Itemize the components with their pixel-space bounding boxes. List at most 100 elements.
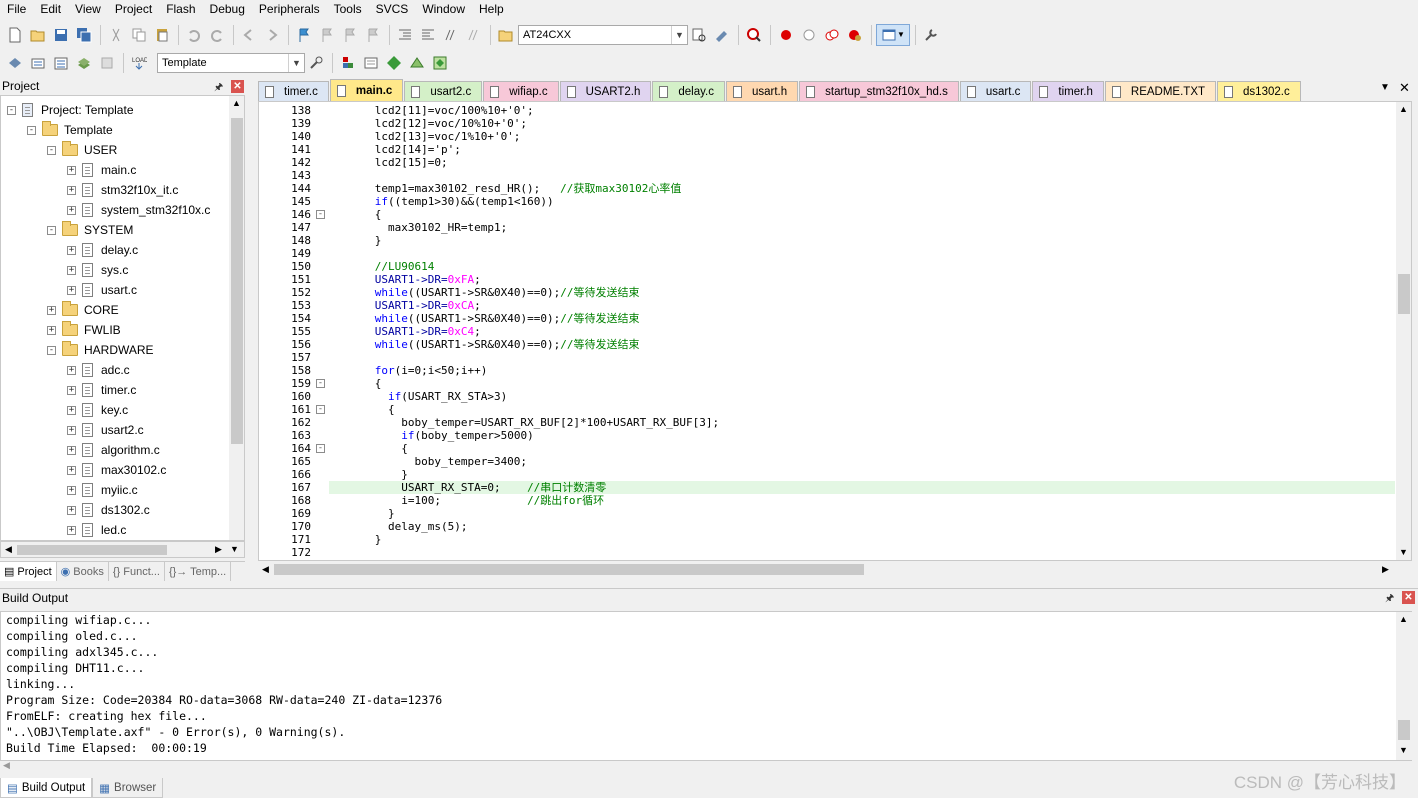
tab-project[interactable]: ▤ Project xyxy=(0,562,57,581)
build-vscrollbar[interactable]: ▲ ▼ xyxy=(1396,612,1412,760)
expand-icon[interactable]: + xyxy=(67,165,76,175)
scroll-left-icon[interactable]: ◀ xyxy=(3,760,10,771)
menu-peripherals[interactable]: Peripherals xyxy=(252,0,327,19)
expand-icon[interactable]: + xyxy=(67,485,76,495)
collapse-icon[interactable]: - xyxy=(47,225,56,235)
menu-file[interactable]: File xyxy=(0,0,33,19)
scroll-down-icon[interactable]: ▼ xyxy=(1399,547,1408,557)
scroll-right-icon[interactable]: ▶ xyxy=(215,544,222,555)
expand-icon[interactable]: + xyxy=(67,385,76,395)
scroll-thumb[interactable] xyxy=(17,545,167,555)
build-output-panel[interactable]: compiling wifiap.c... compiling oled.c...… xyxy=(0,611,1412,770)
tree-item-file[interactable]: + delay.c xyxy=(67,240,138,260)
tree-item-file[interactable]: + key.c xyxy=(67,400,128,420)
fold-collapse-icon[interactable]: - xyxy=(316,210,325,219)
editor-tab[interactable]: timer.c xyxy=(258,81,329,101)
bookmark-prev-icon[interactable] xyxy=(316,24,338,46)
uncomment-icon[interactable] xyxy=(463,24,485,46)
file-extensions-icon[interactable] xyxy=(337,52,359,74)
tree-item-file[interactable]: + main.c xyxy=(67,160,136,180)
translate-icon[interactable] xyxy=(4,52,26,74)
code-editor[interactable]: 138 lcd2[11]=voc/100%10+'0'; 139 lcd2[12]… xyxy=(258,101,1412,561)
cut-icon[interactable] xyxy=(105,24,127,46)
nav-back-icon[interactable] xyxy=(238,24,260,46)
expand-icon[interactable]: + xyxy=(67,365,76,375)
tab-templates[interactable]: {}→ Temp... xyxy=(165,562,232,581)
editor-tab[interactable]: main.c xyxy=(329,79,404,101)
find-in-files-icon[interactable] xyxy=(495,24,517,46)
project-hscrollbar[interactable]: ◀ ▶ ▼ xyxy=(0,541,245,558)
scroll-left-icon[interactable]: ◀ xyxy=(262,564,269,575)
bookmark-clear-icon[interactable] xyxy=(362,24,384,46)
editor-hscrollbar[interactable]: ◀ ▶ xyxy=(258,561,1395,578)
expand-icon[interactable]: + xyxy=(67,405,76,415)
menu-debug[interactable]: Debug xyxy=(203,0,252,19)
expand-icon[interactable]: + xyxy=(67,285,76,295)
tab-browser[interactable]: ▦ Browser xyxy=(92,778,164,798)
save-all-icon[interactable] xyxy=(73,24,95,46)
close-icon[interactable]: ✕ xyxy=(1399,80,1410,96)
scroll-right-icon[interactable]: ▶ xyxy=(1382,564,1389,575)
copy-icon[interactable] xyxy=(128,24,150,46)
editor-tab[interactable]: usart.c xyxy=(959,81,1032,101)
editor-tab[interactable]: usart.h xyxy=(725,81,799,101)
expand-icon[interactable]: + xyxy=(67,445,76,455)
scroll-thumb[interactable] xyxy=(231,118,243,444)
project-vscrollbar[interactable]: ▲ xyxy=(229,96,244,540)
tree-item-file[interactable]: + ds1302.c xyxy=(67,500,150,520)
scroll-up-icon[interactable]: ▲ xyxy=(1399,104,1408,114)
bookmark-icon[interactable] xyxy=(293,24,315,46)
tab-functions[interactable]: {} Funct... xyxy=(109,562,165,581)
tree-item-file[interactable]: + algorithm.c xyxy=(67,440,160,460)
save-icon[interactable] xyxy=(50,24,72,46)
tree-item-folder[interactable]: + CORE xyxy=(47,300,119,320)
paste-icon[interactable] xyxy=(151,24,173,46)
configure-icon[interactable] xyxy=(920,24,942,46)
expand-icon[interactable]: + xyxy=(67,185,76,195)
expand-icon[interactable]: + xyxy=(67,265,76,275)
bookmark-next-icon[interactable] xyxy=(339,24,361,46)
select-packs-icon[interactable] xyxy=(383,52,405,74)
run-time-env-icon[interactable] xyxy=(429,52,451,74)
breakpoint-disable-icon[interactable] xyxy=(798,24,820,46)
tree-item-file[interactable]: + usart2.c xyxy=(67,420,144,440)
find-icon[interactable] xyxy=(688,24,710,46)
tree-item-file[interactable]: + max30102.c xyxy=(67,460,166,480)
tab-list-icon[interactable]: ▼ xyxy=(1380,82,1390,93)
menu-tools[interactable]: Tools xyxy=(327,0,369,19)
editor-tab[interactable]: delay.c xyxy=(652,81,725,101)
fold-collapse-icon[interactable]: - xyxy=(316,379,325,388)
build-icon[interactable] xyxy=(27,52,49,74)
editor-tab[interactable]: timer.h xyxy=(1032,81,1104,101)
tab-books[interactable]: ◉ Books xyxy=(57,562,109,581)
breakpoint-icon[interactable] xyxy=(775,24,797,46)
stop-build-icon[interactable] xyxy=(96,52,118,74)
tree-item-target[interactable]: - Template xyxy=(27,120,113,140)
scroll-thumb[interactable] xyxy=(274,564,864,575)
collapse-icon[interactable]: - xyxy=(7,105,16,115)
indent-icon[interactable] xyxy=(394,24,416,46)
expand-icon[interactable]: + xyxy=(67,525,76,535)
tree-item-file[interactable]: + sys.c xyxy=(67,260,128,280)
close-icon[interactable]: ✕ xyxy=(231,80,244,93)
undo-icon[interactable] xyxy=(183,24,205,46)
redo-icon[interactable] xyxy=(206,24,228,46)
tree-item-folder[interactable]: - HARDWARE xyxy=(47,340,154,360)
nav-forward-icon[interactable] xyxy=(261,24,283,46)
scroll-thumb[interactable] xyxy=(1398,274,1410,314)
expand-icon[interactable]: + xyxy=(67,425,76,435)
debug-start-icon[interactable] xyxy=(743,24,765,46)
chevron-down-icon[interactable]: ▼ xyxy=(671,25,687,44)
manage-rte-icon[interactable] xyxy=(360,52,382,74)
editor-tab[interactable]: usart2.c xyxy=(404,81,483,101)
expand-icon[interactable]: + xyxy=(67,465,76,475)
editor-tab[interactable]: README.TXT xyxy=(1104,81,1217,101)
editor-tab[interactable]: ds1302.c xyxy=(1217,81,1301,101)
pack-installer-icon[interactable] xyxy=(406,52,428,74)
target-options-icon[interactable] xyxy=(305,52,327,74)
comment-icon[interactable] xyxy=(440,24,462,46)
tree-item-file[interactable]: + adc.c xyxy=(67,360,130,380)
scroll-thumb[interactable] xyxy=(1398,720,1410,740)
scroll-down-icon[interactable]: ▼ xyxy=(230,544,239,554)
scroll-up-icon[interactable]: ▲ xyxy=(1399,614,1408,624)
